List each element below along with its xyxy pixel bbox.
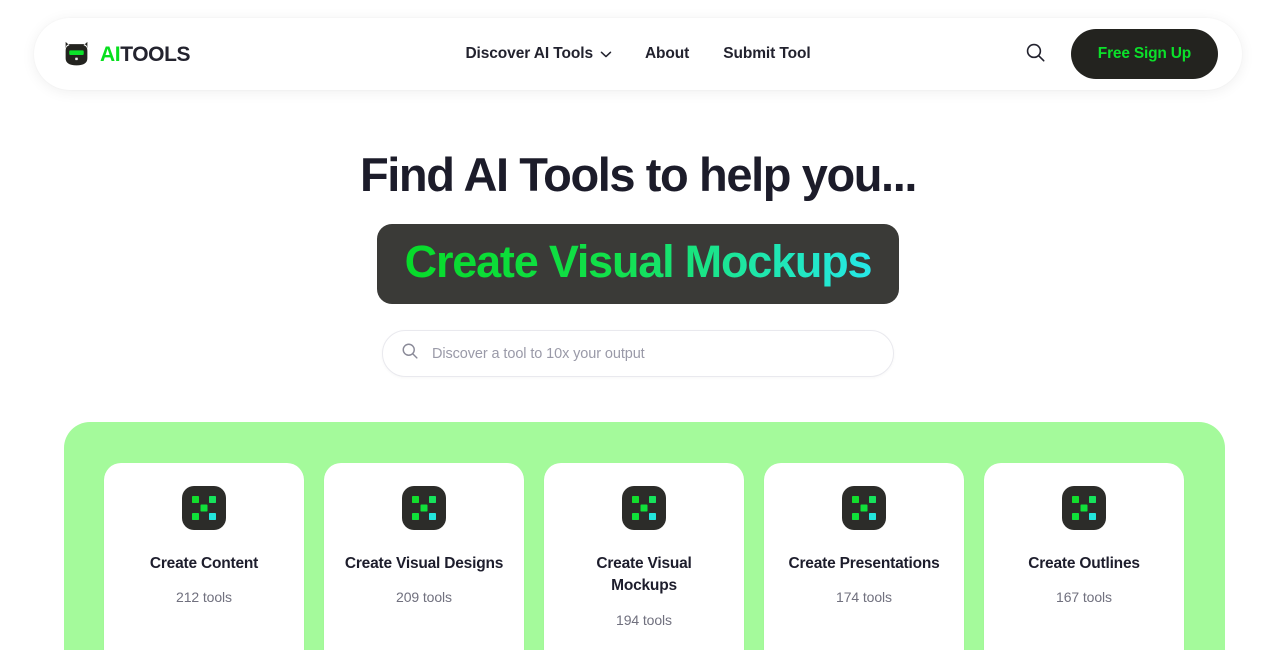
category-panel: Create Content 212 tools Create Visual D… <box>64 422 1225 650</box>
search-input[interactable] <box>432 345 875 362</box>
category-card-count: 174 tools <box>836 589 892 606</box>
search-icon <box>1025 42 1046 66</box>
rotating-phrase-block: Create Visual Mockups <box>376 224 900 305</box>
category-card-create-outlines[interactable]: Create Outlines 167 tools <box>984 463 1184 650</box>
grid-pixels-icon <box>402 486 446 530</box>
hero-section: Find AI Tools to help you... Create Visu… <box>0 148 1276 378</box>
nav-item-label: Submit Tool <box>723 45 811 62</box>
grid-pixels-icon <box>622 486 666 530</box>
search-icon-button[interactable] <box>1023 41 1049 67</box>
logo-text-tools: TOOLS <box>120 42 191 66</box>
main-nav: Discover AI Tools About Submit Tool <box>465 45 810 63</box>
rotating-phrase-text: Create Visual Mockups <box>404 236 873 288</box>
grid-pixels-icon <box>1062 486 1106 530</box>
category-card-create-content[interactable]: Create Content 212 tools <box>104 463 304 650</box>
category-card-count: 167 tools <box>1056 589 1112 606</box>
nav-item-submit-tool[interactable]: Submit Tool <box>723 45 810 63</box>
logo-text: AITOOLS <box>100 42 191 66</box>
site-header: AITOOLS Discover AI Tools About Submit T… <box>34 18 1242 90</box>
cat-head-logo-icon <box>62 40 91 69</box>
category-card-label: Create Content <box>149 555 259 572</box>
logo-text-ai: AI <box>100 42 121 66</box>
category-card-create-presentations[interactable]: Create Presentations 174 tools <box>764 463 964 650</box>
category-card-label: Create Outlines <box>1028 555 1140 572</box>
category-grid: Create Content 212 tools Create Visual D… <box>104 463 1185 650</box>
category-card-label: Create Visual Mockups <box>596 555 692 595</box>
nav-item-discover-ai-tools[interactable]: Discover AI Tools <box>465 45 611 63</box>
nav-item-about[interactable]: About <box>645 45 689 63</box>
free-sign-up-button[interactable]: Free Sign Up <box>1070 29 1218 79</box>
category-card-count: 194 tools <box>616 611 672 628</box>
nav-item-label: Discover AI Tools <box>465 45 593 62</box>
nav-item-label: About <box>644 45 690 62</box>
search-icon <box>401 342 419 365</box>
category-card-create-visual-mockups[interactable]: Create Visual Mockups 194 tools <box>544 463 744 650</box>
grid-pixels-icon <box>182 486 226 530</box>
chevron-down-icon <box>600 51 611 58</box>
grid-pixels-icon <box>842 486 886 530</box>
category-card-label: Create Visual Designs <box>344 555 504 572</box>
hero-search-bar[interactable] <box>382 330 894 378</box>
category-card-count: 209 tools <box>396 589 452 606</box>
logo[interactable]: AITOOLS <box>62 40 191 69</box>
page-title: Find AI Tools to help you... <box>359 148 917 201</box>
category-card-create-visual-designs[interactable]: Create Visual Designs 209 tools <box>324 463 524 650</box>
category-card-count: 212 tools <box>176 589 232 606</box>
header-actions: Free Sign Up <box>1023 29 1218 79</box>
category-card-label: Create Presentations <box>788 555 940 572</box>
